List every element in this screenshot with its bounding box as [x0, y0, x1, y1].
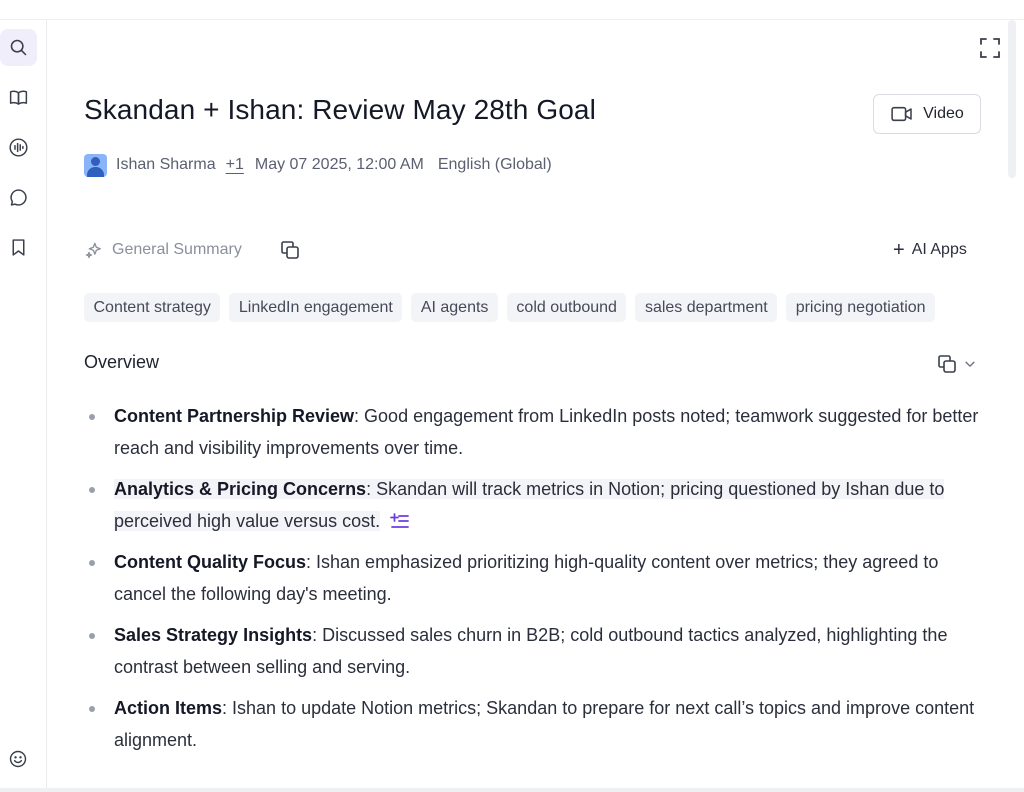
overview-heading: Overview	[84, 352, 160, 372]
host-name: Ishan Sharma	[116, 156, 216, 173]
list-item: Content Quality Focus: Ishan emphasized …	[84, 546, 984, 610]
search-icon	[10, 39, 27, 56]
list-item: Analytics & Pricing Concerns: Skandan wi…	[84, 473, 984, 537]
meeting-meta: Ishan Sharma +1 May 07 2025, 12:00 AM En…	[84, 152, 552, 178]
rail-chat-button[interactable]	[0, 179, 37, 216]
ai-apps-button[interactable]: + AI Apps	[893, 237, 967, 263]
top-divider	[0, 19, 1024, 20]
topic-tags: Content strategy LinkedIn engagement AI …	[84, 293, 936, 322]
chevron-down-icon[interactable]	[963, 357, 977, 371]
tag[interactable]: Content strategy	[84, 293, 221, 322]
add-to-notes-icon[interactable]	[390, 513, 410, 531]
summary-label: General Summary	[112, 241, 242, 258]
tag[interactable]: sales department	[635, 293, 778, 322]
list-item: Sales Strategy Insights: Discussed sales…	[84, 619, 984, 683]
meeting-language[interactable]: English (Global)	[438, 156, 552, 174]
item-key: Analytics & Pricing Concerns	[114, 479, 367, 499]
bookmark-icon	[12, 239, 25, 256]
plus-icon: +	[893, 239, 905, 261]
page-title: Skandan + Ishan: Review May 28th Goal	[84, 94, 596, 125]
rail-audio-button[interactable]	[0, 129, 37, 166]
audio-wave-icon	[9, 138, 28, 157]
list-item: Action Items: Ishan to update Notion met…	[84, 692, 984, 756]
item-key: Action Items	[114, 698, 223, 718]
extra-participants-link[interactable]: +1	[226, 156, 244, 174]
video-camera-icon	[891, 106, 912, 122]
book-open-icon	[9, 90, 28, 105]
rail-search-button[interactable]	[0, 29, 37, 66]
tag[interactable]: cold outbound	[506, 293, 627, 322]
rail-notes-button[interactable]	[0, 79, 37, 116]
video-button[interactable]: Video	[873, 94, 981, 134]
copy-icon[interactable]	[278, 238, 302, 262]
fullscreen-icon[interactable]	[978, 36, 1002, 60]
item-text: : Ishan to update Notion metrics; Skanda…	[114, 698, 975, 750]
tag[interactable]: AI agents	[411, 293, 498, 322]
item-key: Content Quality Focus	[114, 552, 307, 572]
item-key: Sales Strategy Insights	[114, 625, 313, 645]
scrollbar-thumb[interactable]	[1008, 20, 1016, 178]
list-item: Content Partnership Review: Good engagem…	[84, 400, 984, 464]
rail-bookmark-button[interactable]	[0, 229, 37, 266]
video-button-label: Video	[923, 105, 964, 122]
ai-apps-label: AI Apps	[911, 241, 967, 258]
chat-bubble-icon	[10, 189, 27, 206]
avatar	[84, 153, 107, 177]
sparkle-icon	[85, 242, 101, 259]
copy-icon[interactable]	[935, 352, 959, 376]
tag[interactable]: pricing negotiation	[786, 293, 936, 322]
smile-icon[interactable]	[8, 749, 28, 769]
tag[interactable]: LinkedIn engagement	[229, 293, 403, 322]
overview-list: Content Partnership Review: Good engagem…	[84, 400, 984, 765]
summary-template-selector[interactable]: General Summary	[84, 237, 242, 263]
item-key: Content Partnership Review	[114, 406, 355, 426]
overview-actions[interactable]	[935, 352, 977, 376]
bottom-divider	[0, 788, 1024, 792]
left-rail	[0, 20, 47, 788]
meeting-datetime: May 07 2025, 12:00 AM	[254, 156, 424, 173]
